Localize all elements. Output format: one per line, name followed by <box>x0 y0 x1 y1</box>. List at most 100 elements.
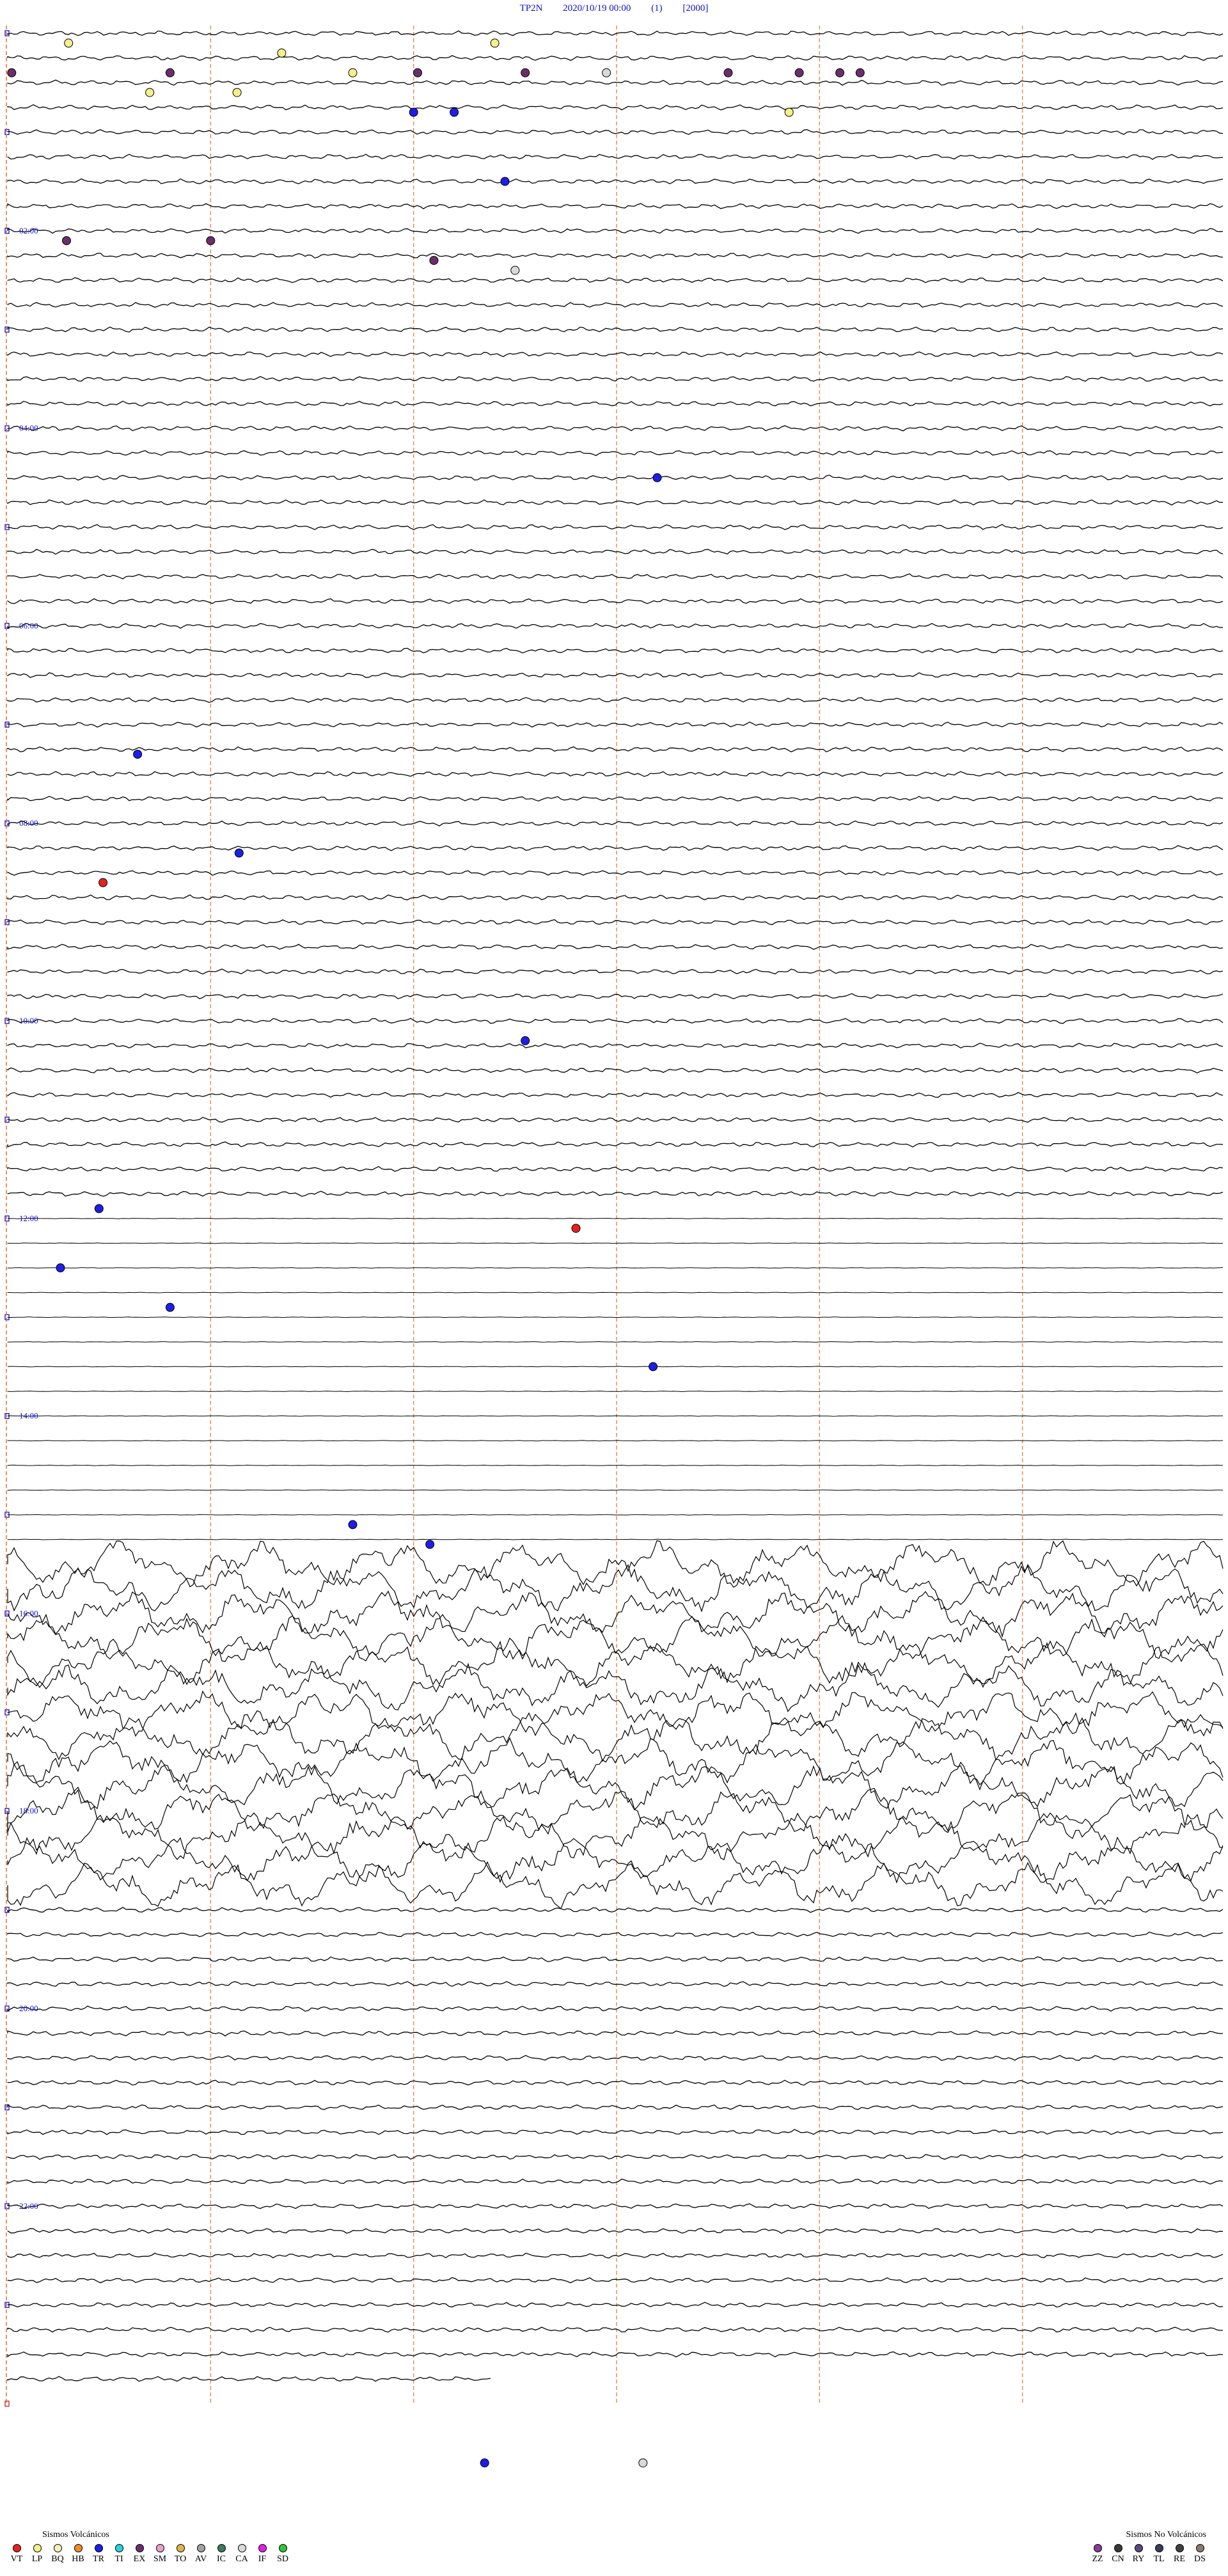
hour-marker-icon <box>4 820 10 826</box>
seismic-trace <box>7 672 1224 678</box>
event-marker <box>98 878 108 887</box>
seismic-trace <box>7 1956 1224 1963</box>
seismic-trace <box>7 1538 1224 1540</box>
legend-code: AV <box>194 2554 207 2564</box>
event-marker <box>145 88 155 97</box>
seismic-trace <box>7 1391 1223 1393</box>
legend-swatch-icon <box>1195 2544 1204 2552</box>
seismic-trace <box>7 1931 1224 1938</box>
seismic-trace <box>7 203 1224 210</box>
hour-label: 16:00 <box>19 1608 38 1618</box>
legend-code: RE <box>1174 2554 1185 2564</box>
hour-marker-icon <box>4 1906 10 1913</box>
legend-swatch-icon <box>94 2544 103 2552</box>
hour-label: 18:00 <box>19 1806 38 1815</box>
seismic-trace <box>7 154 1224 160</box>
seismic-trace <box>7 30 1224 36</box>
seismic-trace <box>7 746 1224 753</box>
legend-swatch-icon <box>217 2544 226 2552</box>
legend-swatch-icon <box>53 2544 62 2552</box>
legend-swatch-icon <box>176 2544 185 2552</box>
seismic-trace <box>7 2277 1224 2284</box>
event-marker <box>56 1263 65 1272</box>
seismic-trace <box>7 129 1224 135</box>
hour-label: 22:00 <box>19 2201 38 2211</box>
legend-code: DS <box>1194 2554 1206 2564</box>
event-marker <box>206 236 216 246</box>
legend-code: BQ <box>51 2554 64 2564</box>
hour-marker-icon <box>4 722 10 728</box>
seismic-trace <box>7 2203 1224 2209</box>
hour-label: 14:00 <box>19 1411 38 1421</box>
legend-code: TR <box>93 2554 104 2564</box>
event-marker <box>638 2458 648 2468</box>
seismic-trace <box>7 1190 1224 1197</box>
seismic-trace <box>7 1464 1224 1466</box>
legend-code: SM <box>153 2554 167 2564</box>
legend-volcanic: Sismos Volcánicos VT LP BQ HB TR TI EX SM TO AV IC… <box>6 2529 307 2567</box>
hour-label: 08:00 <box>19 818 38 828</box>
legend-code: CA <box>235 2554 248 2564</box>
legend-item: DS <box>1190 2541 1210 2567</box>
legend-code: IF <box>258 2554 267 2564</box>
seismic-trace <box>7 475 1224 481</box>
seismic-trace <box>7 1043 1224 1049</box>
legend-non-volcanic-items: ZZ CN RY TL RE DS <box>1087 2541 1222 2567</box>
event-marker <box>794 68 804 77</box>
legend-swatch-icon <box>1175 2544 1184 2552</box>
seismic-trace <box>7 1067 1224 1074</box>
hour-label: 04:00 <box>19 423 38 433</box>
seismic-trace <box>7 375 1224 382</box>
event-marker <box>165 1302 175 1312</box>
seismic-trace <box>7 302 1224 308</box>
legend-swatch-icon <box>278 2544 287 2552</box>
hour-marker-icon <box>4 1018 10 1024</box>
seismic-trace <box>7 1018 1224 1024</box>
hour-marker-icon <box>4 30 10 36</box>
seismic-trace <box>7 795 1224 802</box>
legend-item: IC <box>211 2541 232 2567</box>
event-marker <box>7 68 17 77</box>
seismic-trace <box>7 647 1224 654</box>
legend-item: IF <box>252 2541 272 2567</box>
legend-code: LP <box>31 2554 43 2564</box>
hour-label: 10:00 <box>19 1016 38 1025</box>
event-marker <box>490 38 500 48</box>
event-marker <box>602 68 611 77</box>
seismic-trace <box>7 869 1224 876</box>
legend-item: ZZ <box>1087 2541 1108 2567</box>
seismic-trace <box>7 55 1224 61</box>
seismic-trace <box>7 178 1224 185</box>
event-marker <box>133 750 143 759</box>
seismic-trace <box>7 845 1224 851</box>
legend-code: IC <box>217 2554 226 2564</box>
event-marker <box>521 68 530 77</box>
seismic-trace <box>7 1341 1223 1343</box>
seismic-trace <box>7 549 1224 555</box>
legend-code: SD <box>277 2554 288 2564</box>
hour-label: 12:00 <box>19 1213 38 1223</box>
helicorder-plot: 02:00 04:00 06:00 08:00 10:00 12:00 14:00 16:00… <box>4 26 1224 2468</box>
seismic-trace <box>7 1366 1224 1368</box>
legend-item: VT <box>6 2541 27 2567</box>
event-marker <box>480 2458 489 2468</box>
legend-code: EX <box>133 2554 146 2564</box>
seismic-trace <box>7 2055 1224 2061</box>
legend-code: VT <box>10 2554 23 2564</box>
legend-swatch-icon <box>155 2544 164 2552</box>
seismic-trace <box>7 400 1224 407</box>
seismic-trace <box>7 1637 1224 1688</box>
event-marker <box>413 68 422 77</box>
seismic-trace <box>7 771 1224 777</box>
event-marker <box>571 1224 581 1233</box>
legend-swatch-icon <box>1134 2544 1143 2552</box>
seismic-trace <box>7 2153 1224 2160</box>
legend-non-volcanic: Sismos No Volcánicos ZZ CN RY TL RE DS <box>1087 2529 1222 2567</box>
seismic-trace <box>7 2351 1224 2358</box>
legend-item: CA <box>232 2541 252 2567</box>
legend-swatch-icon <box>114 2544 123 2552</box>
event-marker <box>649 1362 658 1371</box>
hour-label: 06:00 <box>19 620 38 630</box>
hour-marker-icon <box>4 919 10 926</box>
event-marker <box>94 1204 104 1213</box>
